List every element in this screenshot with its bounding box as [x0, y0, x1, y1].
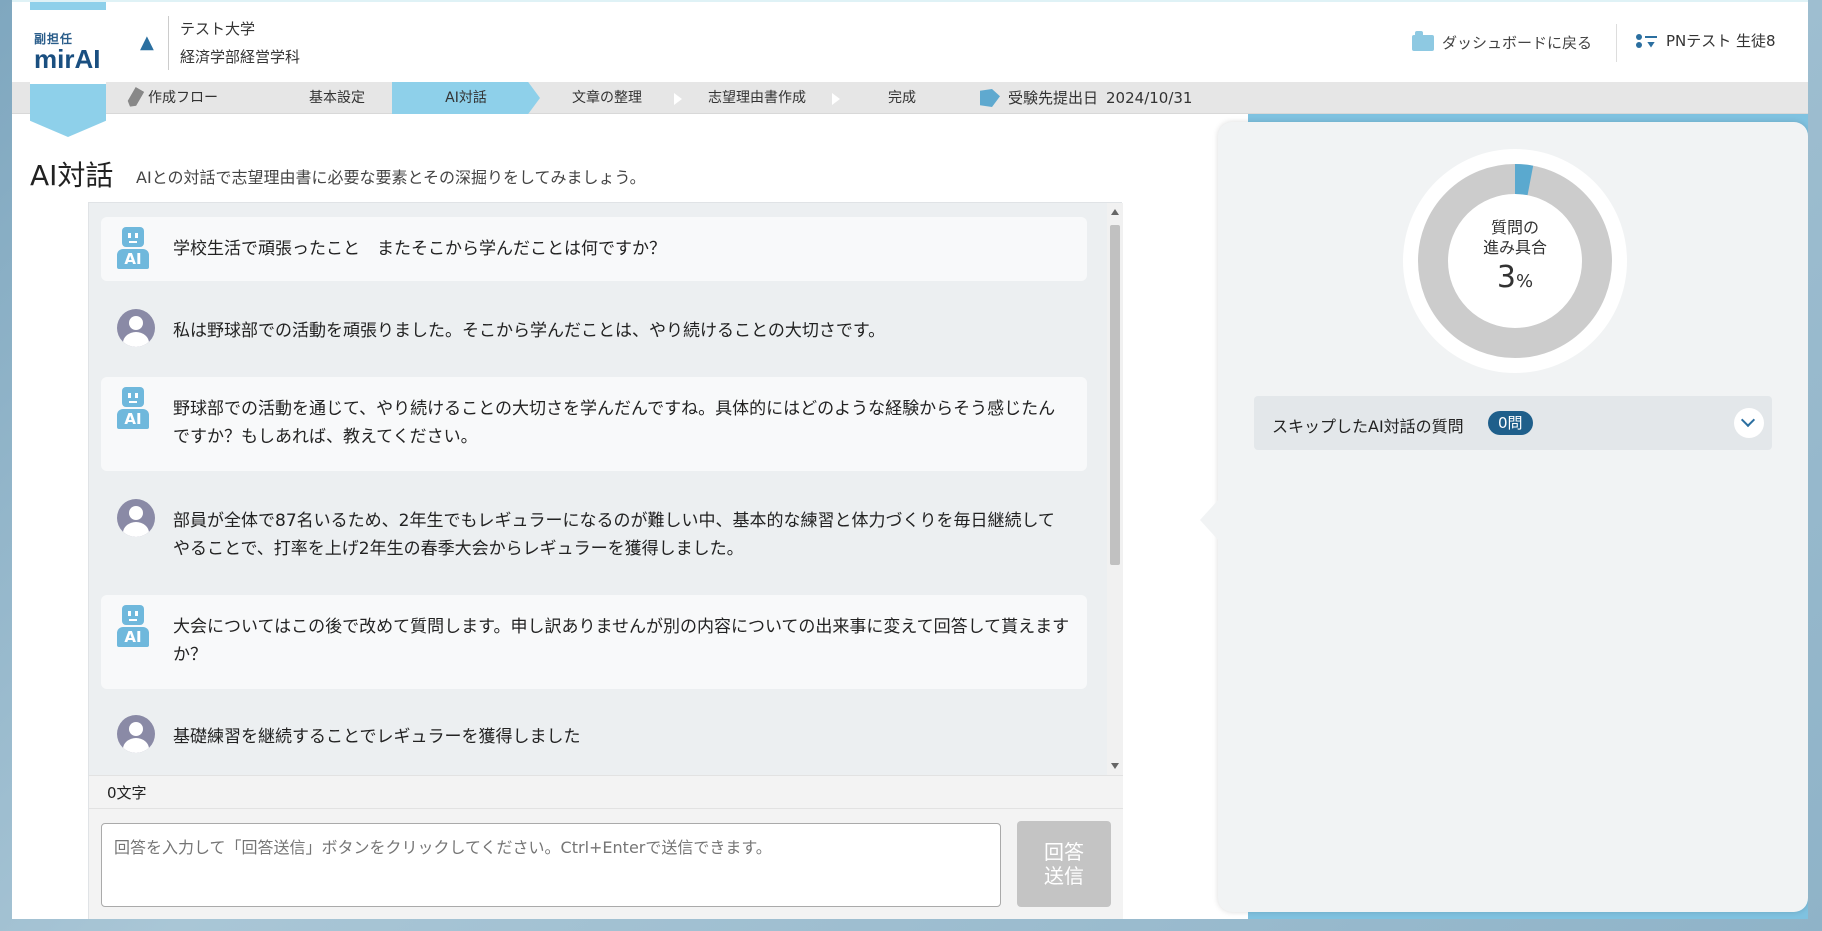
message-user: 私は野球部での活動を頑張りました。そこから学んだことは、やり続けることの大切さで…: [101, 291, 1087, 361]
message-user: 基礎練習を継続することでレギュラーを獲得しました: [101, 701, 1087, 771]
user-avatar: [117, 309, 155, 347]
chat-panel: AI 学校生活で頑張ったこと またそこから学んだことは何ですか？ 私は野球部での…: [88, 202, 1123, 919]
divider: [1616, 24, 1617, 62]
scroll-up-icon[interactable]: [1111, 209, 1119, 215]
user-menu-icon: [1636, 33, 1658, 49]
char-count: 0文字: [89, 775, 1123, 809]
person-icon: [117, 499, 155, 537]
answer-input[interactable]: [101, 823, 1001, 907]
folder-icon: [1412, 30, 1434, 51]
progress-percent-unit: %: [1515, 271, 1534, 292]
chat-scrollbar[interactable]: [1107, 203, 1123, 775]
chevron-down-icon: [1740, 412, 1756, 428]
person-icon: [117, 715, 155, 753]
message-list: AI 学校生活で頑張ったこと またそこから学んだことは何ですか？ 私は野球部での…: [89, 203, 1107, 775]
step-complete[interactable]: 完成: [852, 82, 952, 114]
skipped-questions-label: スキップしたAI対話の質問: [1272, 417, 1464, 436]
send-answer-button[interactable]: 回答 送信: [1017, 821, 1111, 907]
message-text: 野球部での活動を通じて、やり続けることの大切さを学んだんですね。具体的にはどのよ…: [173, 399, 1056, 447]
person-icon: [117, 309, 155, 347]
ai-badge: AI: [117, 409, 149, 429]
step-arrow-icon: [674, 93, 682, 105]
skipped-questions[interactable]: スキップしたAI対話の質問 0問: [1254, 396, 1772, 450]
submit-flag-icon: [980, 89, 1000, 107]
ai-badge: AI: [117, 249, 149, 269]
send-label-line2: 送信: [1044, 864, 1084, 888]
user-avatar: [117, 499, 155, 537]
user-name: PNテスト 生徒8: [1666, 32, 1776, 50]
progress-percent: 3: [1496, 260, 1516, 295]
header: 副担任 mirAI ▲ テスト大学 経済学部経営学科 ダッシュボードに戻る PN…: [12, 0, 1808, 137]
dashboard-link-label: ダッシュボードに戻る: [1442, 34, 1593, 52]
progress-donut: 質問の 進み具合 3%: [1402, 148, 1628, 374]
ai-badge: AI: [117, 627, 149, 647]
dashboard-link[interactable]: ダッシュボードに戻る: [1412, 30, 1593, 53]
expand-toggle-button[interactable]: [1734, 408, 1764, 438]
ai-avatar: AI: [117, 227, 149, 271]
user-menu[interactable]: PNテスト 生徒8: [1636, 30, 1776, 51]
page-description: AIとの対話で志望理由書に必要な要素とその深掘りをしてみましょう。: [136, 168, 646, 187]
ai-avatar: AI: [117, 605, 149, 649]
step-write-statement[interactable]: 志望理由書作成: [692, 82, 822, 114]
message-text: 私は野球部での活動を頑張りました。そこから学んだことは、やり続けることの大切さで…: [173, 321, 886, 341]
send-label-line1: 回答: [1044, 840, 1084, 864]
message-text: 部員が全体で87名いるため、2年生でもレギュラーになるのが難しい中、基本的な練習…: [173, 511, 1055, 559]
step-organize-text[interactable]: 文章の整理: [552, 82, 662, 114]
progress-value: 3%: [1402, 260, 1628, 295]
step-bar: 作成フロー 基本設定 AI対話 文章の整理 志望理由書作成 完成 受験先提出日 …: [12, 82, 1808, 114]
message-text: 学校生活で頑張ったこと またそこから学んだことは何ですか？: [173, 239, 666, 259]
message-user: 部員が全体で87名いるため、2年生でもレギュラーになるのが難しい中、基本的な練習…: [101, 483, 1087, 579]
scroll-down-icon[interactable]: [1111, 763, 1119, 769]
user-avatar: [117, 715, 155, 753]
message-ai: AI 大会についてはこの後で改めて質問します。申し訳ありませんが別の内容について…: [101, 595, 1087, 689]
department-name: 経済学部経営学科: [180, 48, 301, 66]
step-ai-dialogue[interactable]: AI対話: [392, 82, 540, 114]
message-ai: AI 学校生活で頑張ったこと またそこから学んだことは何ですか？: [101, 217, 1087, 281]
step-arrow-icon: [832, 93, 840, 105]
step-basic-settings[interactable]: 基本設定: [282, 82, 392, 114]
message-text: 基礎練習を継続することでレギュラーを獲得しました: [173, 727, 581, 747]
robot-icon: AI: [117, 605, 149, 649]
answer-input-area: 回答 送信: [89, 809, 1123, 919]
deadline: 受験先提出日 2024/10/31: [980, 82, 1192, 114]
step-flow-label: 作成フロー: [130, 82, 240, 114]
deadline-date: 2024/10/31: [1106, 89, 1193, 107]
logo-title: mirAI: [34, 44, 101, 74]
robot-icon: AI: [117, 387, 149, 431]
page-title: AI対話: [30, 159, 114, 192]
flow-label: 作成フロー: [148, 90, 218, 106]
ai-avatar: AI: [117, 387, 149, 431]
progress-label: 質問の 進み具合: [1402, 218, 1628, 258]
panel-pointer: [1200, 498, 1220, 542]
university-icon: ▲: [140, 32, 154, 53]
scroll-thumb[interactable]: [1110, 225, 1120, 565]
progress-label-line1: 質問の: [1490, 218, 1539, 237]
deadline-label: 受験先提出日: [1008, 89, 1099, 107]
divider: [168, 16, 169, 70]
skipped-count-badge: 0問: [1488, 411, 1533, 435]
app-window: 副担任 mirAI ▲ テスト大学 経済学部経営学科 ダッシュボードに戻る PN…: [12, 0, 1808, 919]
progress-label-line2: 進み具合: [1482, 238, 1547, 257]
message-text: 大会についてはこの後で改めて質問します。申し訳ありませんが別の内容についての出来…: [173, 617, 1070, 665]
pencil-icon: [126, 87, 145, 109]
robot-icon: AI: [117, 227, 149, 271]
university-name: テスト大学: [180, 20, 256, 38]
message-ai: AI 野球部での活動を通じて、やり続けることの大切さを学んだんですね。具体的には…: [101, 377, 1087, 471]
logo[interactable]: 副担任 mirAI: [30, 10, 106, 84]
